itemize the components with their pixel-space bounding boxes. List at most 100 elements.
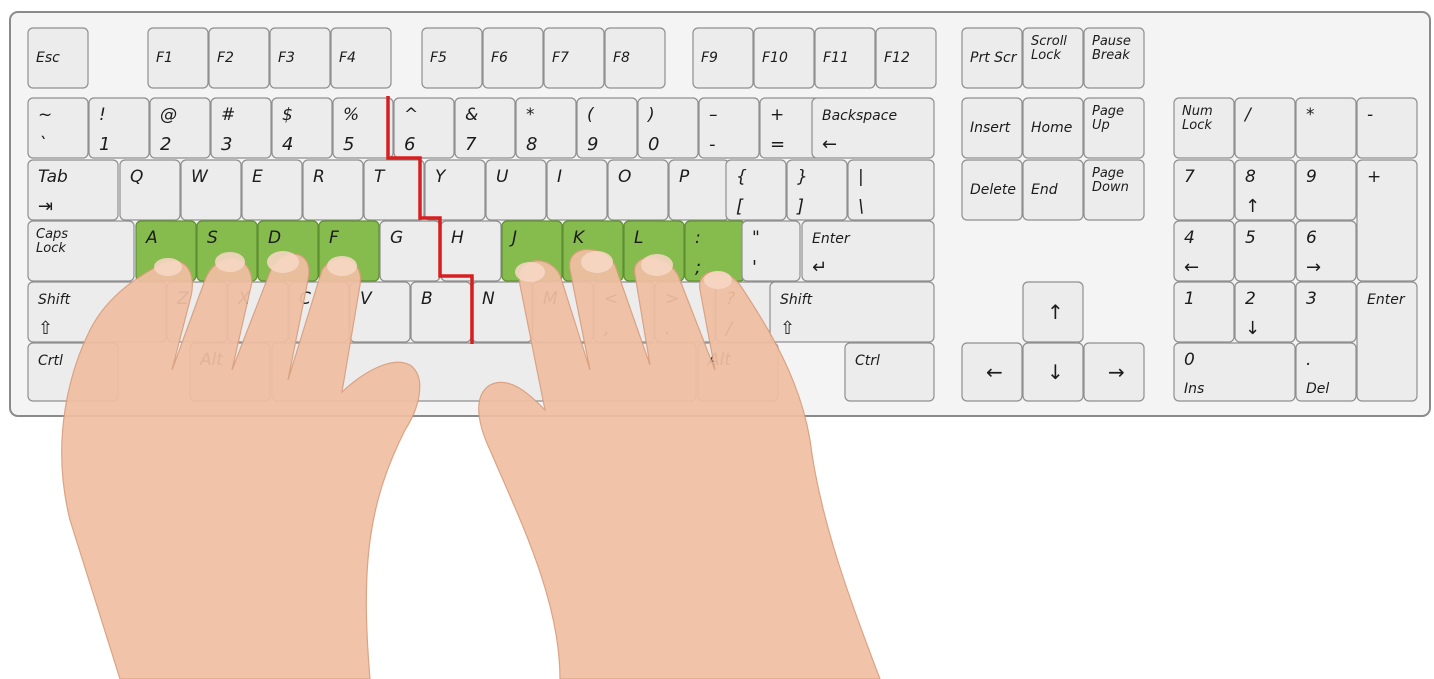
key-pagedown[interactable]: PageDown: [1083, 159, 1145, 221]
key-pause[interactable]: PauseBreak: [1083, 27, 1145, 89]
key-equals[interactable]: +=: [759, 97, 821, 159]
key-rctrl-top-label: Ctrl: [855, 353, 880, 369]
key-quote[interactable]: "': [741, 220, 801, 282]
key-f-top-label: F: [329, 228, 339, 248]
key-np-minus[interactable]: -: [1356, 97, 1418, 159]
key-np9[interactable]: 9: [1295, 159, 1357, 221]
key-np2[interactable]: 2↓: [1234, 281, 1296, 343]
key-arrowup[interactable]: ↑: [1022, 281, 1084, 343]
key-f2[interactable]: F2: [208, 27, 270, 89]
key-rshift[interactable]: Shift ⇧: [769, 281, 935, 343]
key-np4[interactable]: 4←: [1173, 220, 1235, 282]
key-h[interactable]: H: [440, 220, 502, 282]
key-np-star[interactable]: *: [1295, 97, 1357, 159]
key-np2-bottom-label: ↓: [1245, 318, 1260, 339]
key-t[interactable]: T: [363, 159, 425, 221]
key-8[interactable]: *8: [515, 97, 577, 159]
key-np-dot[interactable]: . Del: [1295, 342, 1357, 402]
key-numlock[interactable]: NumLock: [1173, 97, 1235, 159]
key-scrolllock[interactable]: ScrollLock: [1022, 27, 1084, 89]
key-tab[interactable]: Tab ⇥: [27, 159, 119, 221]
key-lbrace[interactable]: {[: [725, 159, 787, 221]
key-esc[interactable]: Esc: [27, 27, 89, 89]
key-rbrace[interactable]: }]: [786, 159, 848, 221]
key-numlock-label: Lock: [1182, 118, 1212, 133]
key-np3[interactable]: 3: [1295, 281, 1357, 343]
key-q-top-label: Q: [130, 167, 143, 187]
key-pipe[interactable]: |\: [847, 159, 935, 221]
key-home[interactable]: Home: [1022, 97, 1084, 159]
key-e[interactable]: E: [241, 159, 303, 221]
key-arrowright[interactable]: →: [1083, 342, 1145, 402]
key-y-top-label: Y: [435, 167, 447, 187]
key-g-cap: [379, 220, 441, 282]
key-np6[interactable]: 6→: [1295, 220, 1357, 282]
key-np-minus-cap: [1356, 97, 1418, 159]
key-f4[interactable]: F4: [330, 27, 392, 89]
key-3[interactable]: #3: [210, 97, 272, 159]
key-f7[interactable]: F7: [543, 27, 605, 89]
key-arrowleft[interactable]: ←: [961, 342, 1023, 402]
key-f2-label: F2: [217, 50, 234, 66]
key-p[interactable]: P: [668, 159, 730, 221]
key-np1[interactable]: 1: [1173, 281, 1235, 343]
key-f8[interactable]: F8: [604, 27, 666, 89]
key-q[interactable]: Q: [119, 159, 181, 221]
key-pageup[interactable]: PageUp: [1083, 97, 1145, 159]
key-r[interactable]: R: [302, 159, 364, 221]
key-np-slash[interactable]: /: [1234, 97, 1296, 159]
key-np5[interactable]: 5: [1234, 220, 1296, 282]
key-f11[interactable]: F11: [814, 27, 876, 89]
key-k-top-label: K: [573, 228, 586, 248]
key-t-cap: [363, 159, 425, 221]
key-9[interactable]: (9: [576, 97, 638, 159]
key-minus[interactable]: –-: [698, 97, 760, 159]
key-4[interactable]: $4: [271, 97, 333, 159]
key-f3[interactable]: F3: [269, 27, 331, 89]
key-6[interactable]: ^6: [393, 97, 455, 159]
key-enter[interactable]: Enter ↵: [801, 220, 935, 282]
key-w[interactable]: W: [180, 159, 242, 221]
key-lshift-bottom-label: ⇧: [38, 318, 53, 339]
key-caps[interactable]: CapsLock: [27, 220, 135, 282]
key-np8[interactable]: 8↑: [1234, 159, 1296, 221]
key-prtscr[interactable]: Prt Scr: [961, 27, 1023, 89]
key-y[interactable]: Y: [424, 159, 486, 221]
key-arrowleft-arrow: ←: [986, 360, 1003, 384]
key-insert[interactable]: Insert: [961, 97, 1023, 159]
key-f9[interactable]: F9: [692, 27, 754, 89]
key-u-top-label: U: [496, 167, 509, 187]
key-backspace[interactable]: Backspace ←: [811, 97, 935, 159]
key-f7-label: F7: [552, 50, 569, 66]
key-np-plus[interactable]: +: [1356, 159, 1418, 282]
key-rshift-bottom-label: ⇧: [780, 318, 795, 339]
key-arrowdown[interactable]: ↓: [1022, 342, 1084, 402]
key-np-enter[interactable]: Enter: [1356, 281, 1418, 402]
key-i[interactable]: I: [546, 159, 608, 221]
key-f1[interactable]: F1: [147, 27, 209, 89]
key-w-top-label: W: [191, 167, 209, 187]
key-f12[interactable]: F12: [875, 27, 937, 89]
key-rctrl[interactable]: Ctrl: [844, 342, 935, 402]
key-np7[interactable]: 7: [1173, 159, 1235, 221]
key-2[interactable]: @2: [149, 97, 211, 159]
key-f6[interactable]: F6: [482, 27, 544, 89]
key-arrowup-arrow: ↑: [1047, 300, 1064, 324]
key-f10[interactable]: F10: [753, 27, 815, 89]
key-1[interactable]: !1: [88, 97, 150, 159]
key-end[interactable]: End: [1022, 159, 1084, 221]
key-u[interactable]: U: [485, 159, 547, 221]
key-np0[interactable]: 0 Ins: [1173, 342, 1296, 402]
key-9-cap: [576, 97, 638, 159]
key-tilde[interactable]: ~`: [27, 97, 89, 159]
key-np1-cap: [1173, 281, 1235, 343]
key-g[interactable]: G: [379, 220, 441, 282]
key-o[interactable]: O: [607, 159, 669, 221]
key-5[interactable]: %5: [332, 97, 394, 159]
key-b[interactable]: B: [410, 281, 472, 343]
key-0[interactable]: )0: [637, 97, 699, 159]
key-np-plus-cap: [1356, 159, 1418, 282]
key-f5[interactable]: F5: [421, 27, 483, 89]
key-7[interactable]: &7: [454, 97, 516, 159]
key-delete[interactable]: Delete: [961, 159, 1023, 221]
